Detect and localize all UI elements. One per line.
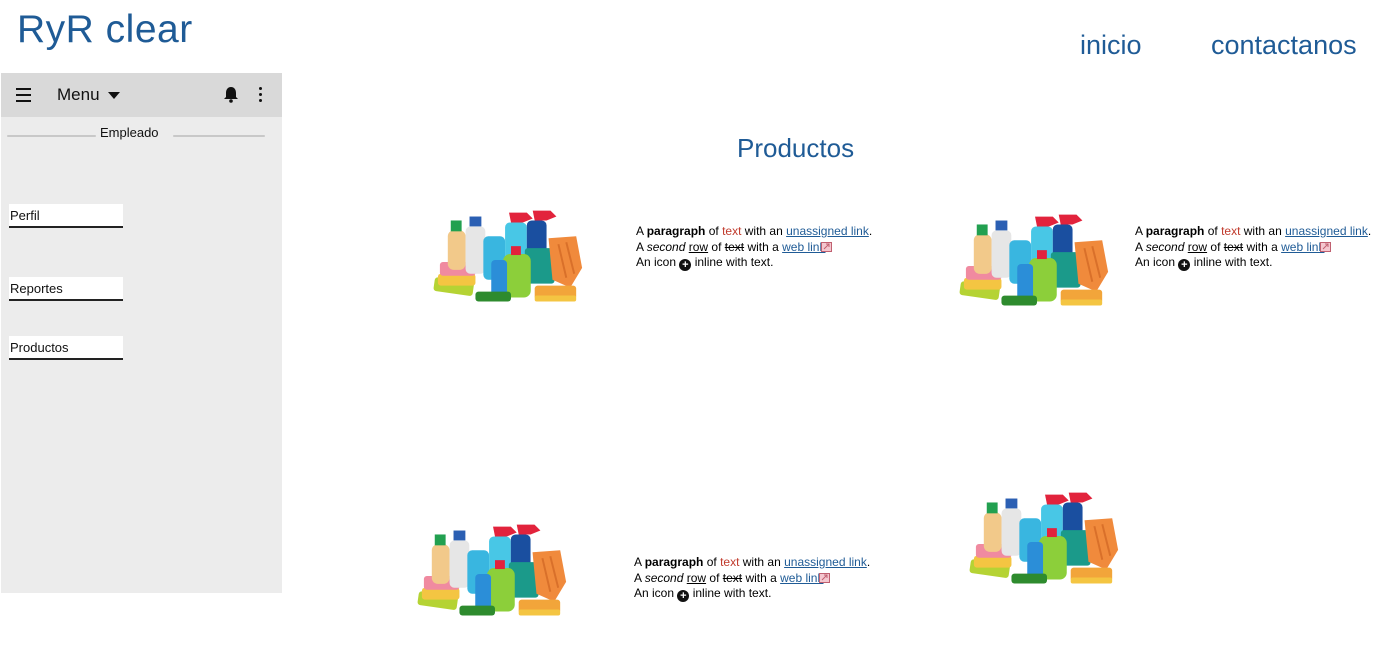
kebab-icon[interactable] bbox=[259, 87, 263, 105]
product-image bbox=[958, 212, 1116, 312]
sidebar: Menu Empleado Perfil Reportes Productos bbox=[1, 73, 282, 593]
external-link-icon bbox=[821, 241, 833, 252]
divider-line-right bbox=[173, 135, 265, 137]
external-link-icon bbox=[1320, 241, 1332, 252]
page-title: Productos bbox=[737, 133, 855, 163]
sidebar-item-perfil[interactable]: Perfil bbox=[9, 204, 123, 228]
product-image bbox=[416, 520, 574, 624]
hamburger-icon[interactable] bbox=[16, 88, 31, 106]
nav-link-inicio[interactable]: inicio bbox=[1080, 30, 1142, 61]
section-divider: Empleado bbox=[1, 125, 282, 145]
chevron-down-icon bbox=[107, 92, 120, 100]
sidebar-item-productos[interactable]: Productos bbox=[9, 336, 123, 360]
product-description: A paragraph of text with an unassigned l… bbox=[636, 224, 873, 271]
unassigned-link[interactable]: unassigned link bbox=[784, 555, 867, 569]
unassigned-link[interactable]: unassigned link bbox=[1285, 224, 1368, 238]
plus-circle-icon: + bbox=[679, 259, 692, 271]
web-link[interactable]: web link bbox=[1281, 240, 1324, 254]
unassigned-link[interactable]: unassigned link bbox=[786, 224, 869, 238]
web-link[interactable]: web link bbox=[780, 571, 823, 585]
external-link-icon bbox=[819, 572, 831, 583]
web-link[interactable]: web link bbox=[782, 240, 825, 254]
brand-logo: RyR clear bbox=[17, 8, 193, 51]
menu-label: Menu bbox=[57, 85, 100, 104]
section-label: Empleado bbox=[100, 125, 159, 140]
sidebar-item-reportes[interactable]: Reportes bbox=[9, 277, 123, 301]
menu-dropdown[interactable]: Menu bbox=[57, 85, 120, 105]
plus-circle-icon: + bbox=[1178, 259, 1191, 271]
product-description: A paragraph of text with an unassigned l… bbox=[1135, 224, 1372, 271]
plus-circle-icon: + bbox=[677, 590, 690, 602]
sidebar-header: Menu bbox=[1, 73, 282, 117]
divider-line-left bbox=[7, 135, 96, 137]
product-image bbox=[432, 208, 590, 308]
bell-icon[interactable] bbox=[223, 86, 239, 103]
product-description: A paragraph of text with an unassigned l… bbox=[634, 555, 871, 602]
product-image bbox=[968, 488, 1126, 592]
nav-link-contactanos[interactable]: contactanos bbox=[1211, 30, 1357, 61]
